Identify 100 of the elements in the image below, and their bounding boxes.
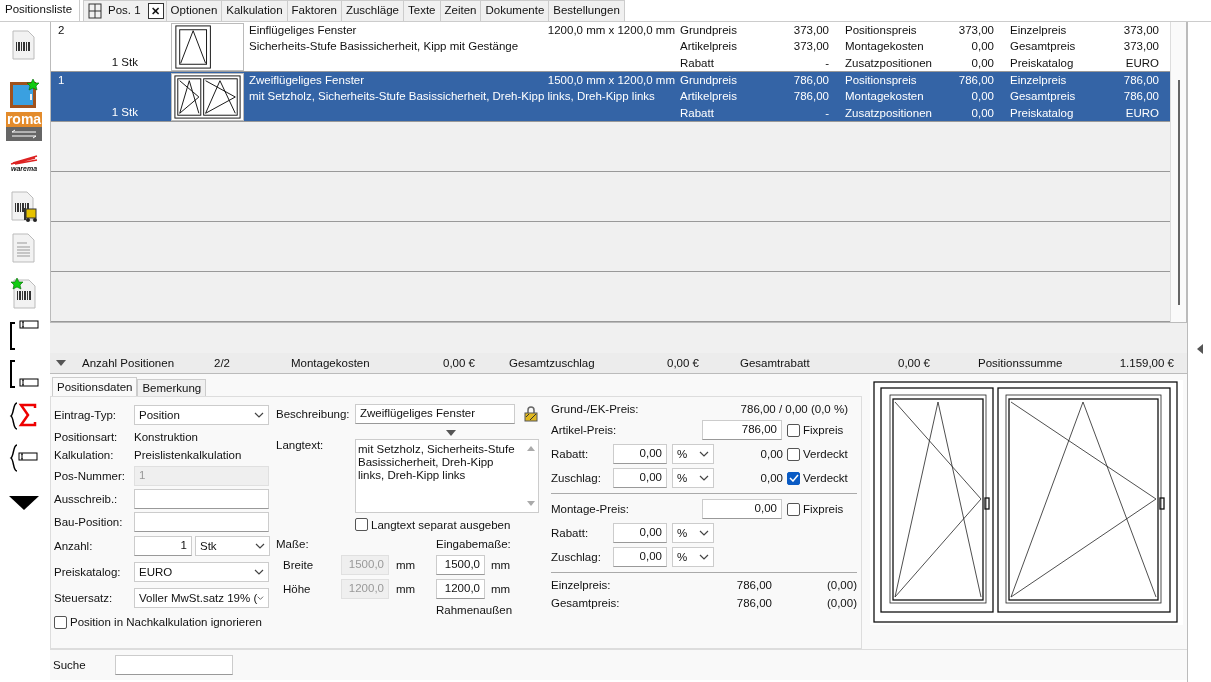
checkbox[interactable] [54,615,67,629]
barcode-forklift-icon [8,191,40,223]
price-label: Gesamtpreis [1010,40,1076,54]
search-label: Suche [52,659,87,671]
collapse-arrow-icon [1196,344,1203,354]
dropdown[interactable]: % [672,523,714,543]
bracket-field-icon [7,359,41,389]
input-field[interactable]: 1200,0 [436,579,485,599]
summary-value: 0,00 € [667,357,699,369]
checkbox-label: Verdeckt [803,448,848,460]
field-value: Konstruktion [134,431,198,443]
checkbox-label: Position in Nachkalkulation ignorieren [70,616,262,628]
chevron-icon [254,412,264,418]
position-row[interactable] [51,72,1171,122]
input-field[interactable] [134,488,269,509]
field-label: Höhe [282,583,312,595]
checkbox[interactable] [787,423,800,437]
tab[interactable]: Kalkulation [221,1,287,21]
dropdown[interactable]: % [672,468,714,488]
price-value: 786,00 [958,74,994,88]
checkbox[interactable] [787,502,800,516]
price-value: 786,00 [1123,90,1159,104]
dropdown[interactable]: EURO [134,562,269,582]
price-label: Einzelpreis [1010,24,1067,38]
summary-label: Positionssumme [978,357,1063,369]
input-field[interactable] [115,655,233,675]
field-label: Eingabemaße: [436,538,512,550]
price-label: Montagekosten [845,90,924,104]
dropdown[interactable]: % [672,444,714,464]
tab[interactable]: Texte [403,1,440,21]
tab[interactable]: Zeiten [439,1,481,21]
checkbox[interactable] [355,518,368,531]
field-label: Gesamtpreis: [551,596,621,610]
stripes-icon [9,155,39,165]
tab[interactable]: Bemerkung [137,379,207,396]
price-value: 373,00 [793,40,829,54]
text-area[interactable]: mit Setzholz, Sicherheits-Stufe Basissicherheit, Dreh-Kipp links, Dreh-Kipp links [355,439,539,513]
checkbox[interactable] [787,447,800,461]
price-label: Positionspreis [845,74,917,88]
tab[interactable]: Bestellungen [548,1,624,21]
field-value: 0,00 [759,472,783,484]
quantity: 1 Stk [111,55,139,70]
field-label: Rabatt: [551,447,590,461]
price-label: Montagekosten [845,40,924,54]
field-label: Pos-Nummer: [54,469,126,482]
price-label: Positionspreis [845,24,917,38]
input-field[interactable]: 0,00 [613,468,667,488]
position-row[interactable] [51,22,1171,72]
bracket-field-icon [7,319,41,353]
summary-value: 0,00 € [898,357,930,369]
position-description: Sicherheits-Stufe Basissicherheit, Kipp mit Gestänge [248,39,520,54]
dropdown[interactable]: Stk [195,536,270,556]
input-field[interactable]: 1 [134,536,192,556]
price-label: Zusatzpositionen [845,57,932,71]
tab[interactable]: Pos. 1 [107,1,146,21]
field-label: Eintrag-Typ: [54,409,117,421]
price-value: 373,00 [1123,40,1159,54]
input-field[interactable]: 786,00 [702,420,782,440]
tab[interactable]: Zuschläge [340,1,403,21]
field-label: Zuschlag: [551,550,602,564]
input-field[interactable]: Zweiflügeliges Fenster [355,404,515,424]
field-label: Langtext: [276,439,325,451]
price-label: Artikelpreis [680,40,737,54]
summary-value: 1.159,00 € [1119,357,1174,369]
price-value: 373,00 [793,24,829,38]
price-value: 786,00 [793,74,829,88]
price-label: Preiskatalog [1010,107,1074,121]
price-label: Einzelpreis [1010,74,1067,88]
scrollbar[interactable] [1170,22,1186,322]
dropdown[interactable]: % [672,547,714,567]
chevron-icon [255,543,265,549]
position-description: mit Setzholz, Sicherheits-Stufe Basissicherheit, Dreh-Kipp links, Dreh-Kipp links [248,89,656,104]
dropdown[interactable]: Position [134,405,269,425]
field-label: Steuersatz: [54,592,114,604]
input-field[interactable]: 0,00 [613,547,667,567]
close-button[interactable]: ✕ [147,3,164,19]
price-value: 0,00 [971,40,994,54]
input-field[interactable]: 0,00 [702,499,782,519]
tab[interactable]: Optionen [165,1,222,21]
price-label: Grundpreis [680,24,737,38]
window-icon [88,3,102,19]
tab[interactable]: Faktoren [286,1,341,21]
summary-label: Anzahl Positionen [82,357,175,369]
tab[interactable]: Positionsdaten [52,377,138,396]
summary-value: 2/2 [214,357,230,369]
input-field[interactable] [134,511,269,532]
unit-label: mm [490,583,512,595]
collapse-triangle-icon[interactable] [56,360,66,366]
tab[interactable]: Dokumente [480,1,549,21]
input-field[interactable]: 0,00 [613,523,667,543]
field-label: Rabatt: [551,526,590,540]
field-value: 786,00 [735,578,773,592]
input-field[interactable]: 0,00 [613,444,667,464]
input-field[interactable]: 1500,0 [436,555,485,575]
position-title: Einflügeliges Fenster [249,24,357,38]
unit-label: mm [395,559,417,571]
field-label: Grund-/EK-Preis: [551,402,640,416]
dropdown[interactable]: Voller MwSt.satz 19% ( [134,588,269,608]
checkbox[interactable] [787,471,800,485]
field-label: Artikel-Preis: [551,423,618,437]
